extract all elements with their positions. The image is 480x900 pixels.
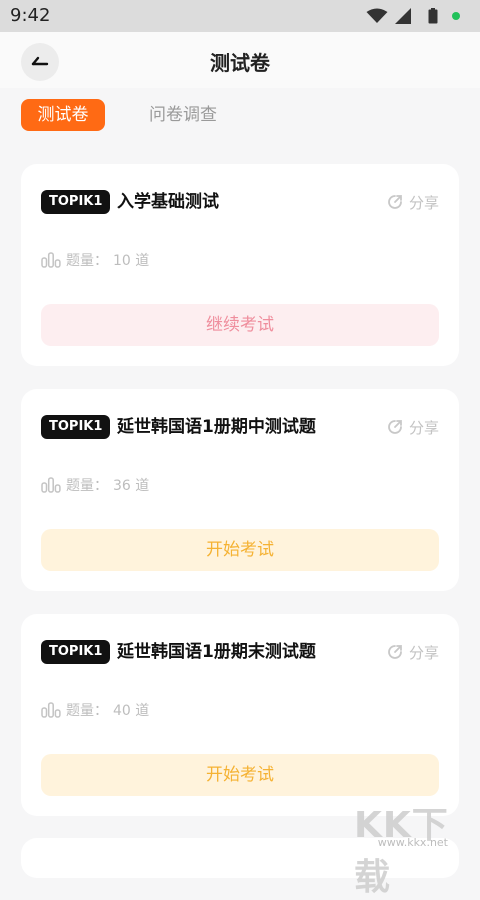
share-button[interactable]: 分享 (387, 417, 439, 437)
level-badge: TOPIK1 (41, 190, 111, 214)
share-icon (388, 195, 402, 209)
share-icon (388, 420, 402, 434)
question-count: 题量： 36 道 (41, 475, 149, 495)
share-icon (388, 645, 402, 659)
wifi-icon (366, 8, 388, 23)
test-card: TOPIK1 入学基础测试 分享 题量： 10 道 继续考试 (21, 164, 459, 366)
bar-chart-icon (41, 477, 61, 493)
question-count: 题量： 10 道 (41, 250, 149, 270)
share-label: 分享 (408, 643, 439, 662)
battery-icon (428, 8, 438, 24)
count-value: 40 道 (113, 703, 150, 719)
bar-chart-icon (41, 252, 61, 268)
status-bar: 9:42 (0, 0, 480, 32)
count-value: 10 道 (113, 253, 150, 269)
share-button[interactable]: 分享 (387, 642, 439, 662)
test-card: TOPIK1 延世韩国语1册期中测试题 分享 题量： 36 道 开始考试 (21, 389, 459, 591)
level-badge: TOPIK1 (41, 415, 111, 439)
share-button[interactable]: 分享 (387, 192, 439, 212)
tab-surveys[interactable]: 问卷调查 (141, 99, 225, 131)
test-card: TOPIK1 延世韩国语1册期末测试题 分享 题量： 40 道 开始考试 (21, 614, 459, 816)
count-label: 题量： (66, 703, 108, 719)
app-bar: 测试卷 (0, 32, 480, 88)
share-label: 分享 (408, 418, 439, 437)
start-exam-button[interactable]: 开始考试 (41, 529, 439, 571)
share-label: 分享 (408, 193, 439, 212)
question-count: 题量： 40 道 (41, 700, 149, 720)
page-title: 测试卷 (210, 51, 270, 75)
test-title: 延世韩国语1册期末测试题 (117, 642, 316, 662)
bar-chart-icon (41, 702, 61, 718)
signal-icon (395, 8, 411, 24)
tab-test-papers[interactable]: 测试卷 (21, 99, 105, 131)
count-value: 36 道 (113, 478, 150, 494)
notification-dot-icon (452, 12, 460, 20)
status-time: 9:42 (10, 5, 51, 26)
count-label: 题量： (66, 478, 108, 494)
test-title: 延世韩国语1册期中测试题 (117, 417, 316, 437)
watermark-url: www.kkx.net (377, 836, 448, 849)
start-exam-button[interactable]: 开始考试 (41, 754, 439, 796)
level-badge: TOPIK1 (41, 640, 111, 664)
continue-exam-button[interactable]: 继续考试 (41, 304, 439, 346)
test-title: 入学基础测试 (117, 192, 219, 212)
watermark: KK下载 www.kkx.net (354, 796, 474, 898)
count-label: 题量： (66, 253, 108, 269)
